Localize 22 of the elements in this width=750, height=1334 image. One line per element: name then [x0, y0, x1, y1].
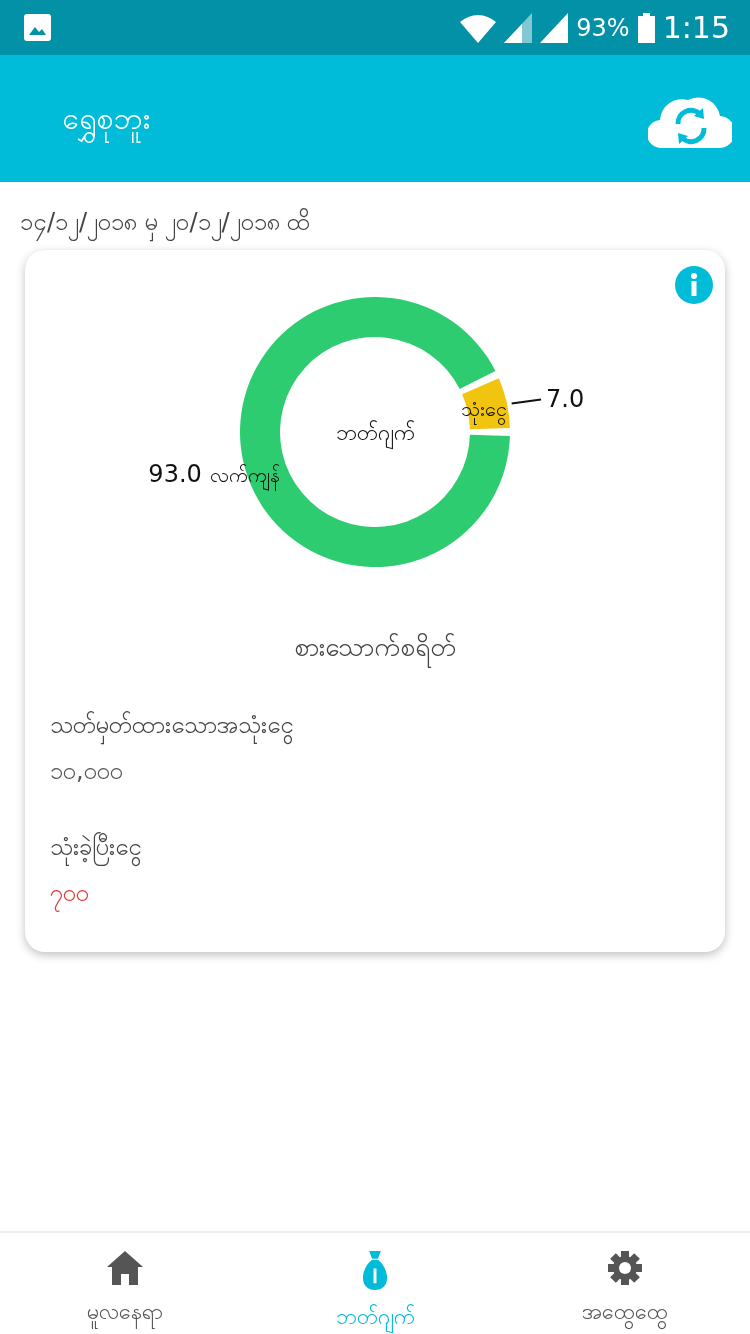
leader-line [510, 398, 543, 405]
wifi-icon [460, 12, 497, 43]
info-icon[interactable] [675, 266, 713, 304]
signal-icon [504, 12, 533, 43]
field-label: သတ်မှတ်ထားသောအသုံးငွေ [50, 707, 700, 743]
clock: 1:15 [662, 9, 730, 47]
category-name: စားသောက်စရိတ် [25, 628, 725, 667]
nav-tab[interactable]: မူလနေရာ [0, 1233, 250, 1334]
slice-value: 93.0 [148, 459, 202, 488]
app-title: ရွှေစုဘူး [62, 96, 150, 141]
battery-percent: 93% [576, 12, 630, 44]
signal-icon [540, 12, 569, 43]
battery-icon [637, 12, 655, 43]
field-value: ၇၀၀ [50, 875, 700, 911]
home-icon [107, 1251, 143, 1285]
slice-value: 7.0 [546, 385, 585, 414]
field-label: သုံးခဲ့ပြီးငွေ [50, 829, 700, 865]
nav-tab[interactable]: အထွေထွေ [500, 1233, 750, 1334]
image-icon [24, 14, 51, 41]
money-bag-icon [360, 1251, 390, 1290]
field-value: ၁၀,၀၀၀ [50, 756, 124, 787]
date-range: ၁၄/၁၂/၂၀၁၈ မှ ၂၀/၁၂/၂၀၁၈ ထိ [0, 182, 750, 250]
